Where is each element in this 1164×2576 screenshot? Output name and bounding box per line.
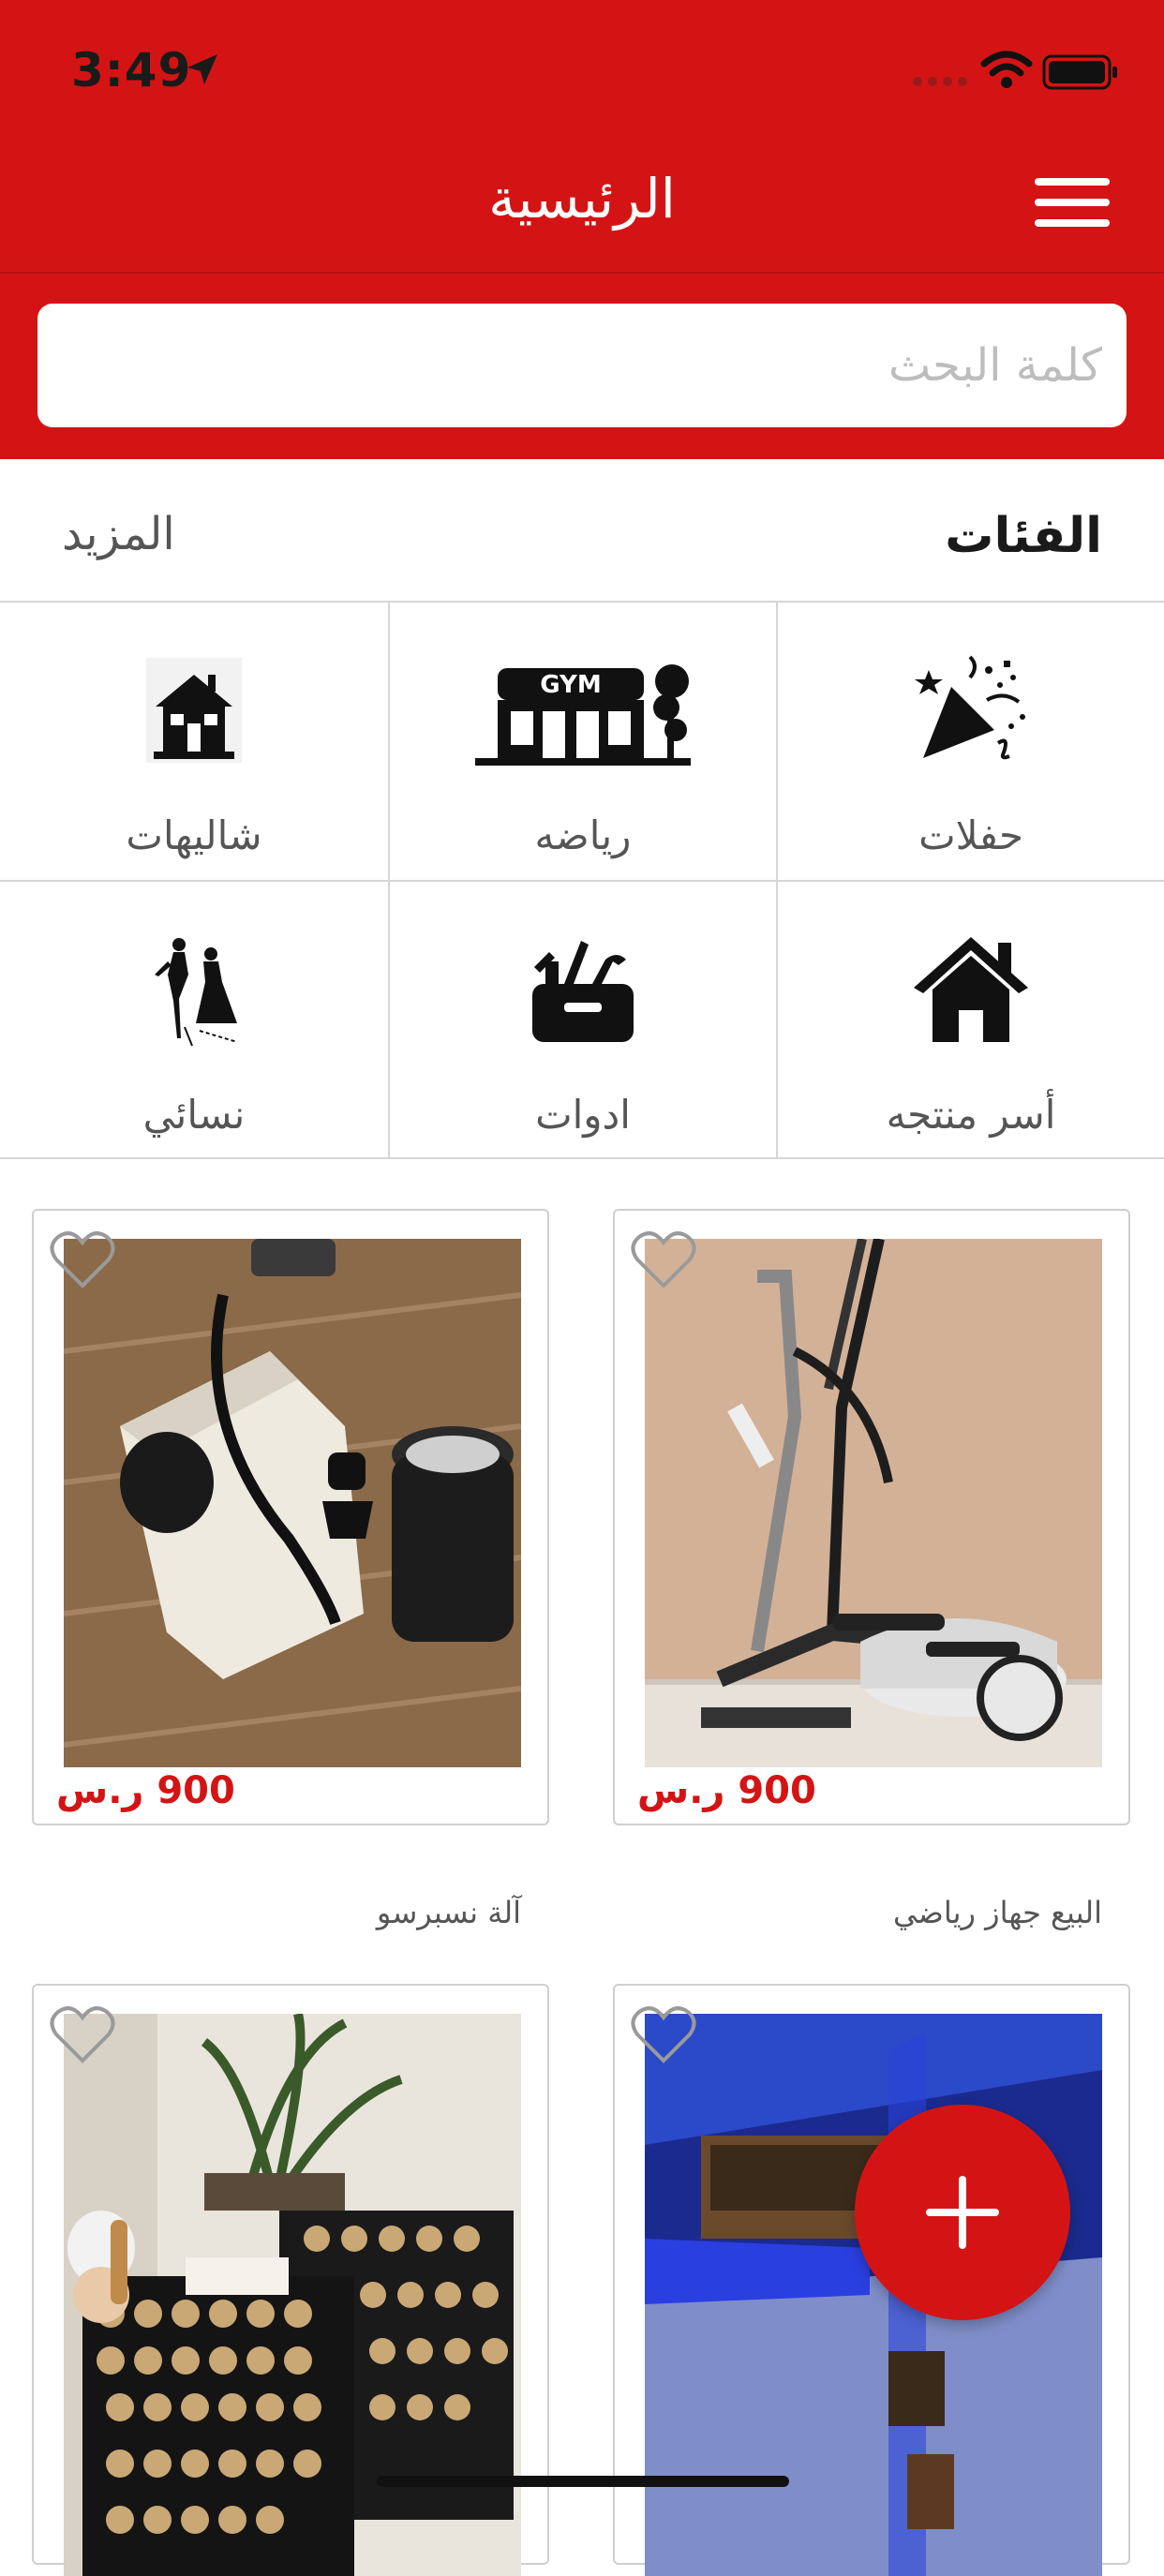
location-arrow-icon	[187, 54, 217, 84]
category-label: رياضه	[534, 812, 632, 858]
product-card[interactable]: 900 ر.س	[32, 1209, 549, 1825]
product-image	[64, 1239, 521, 1767]
category-parties[interactable]: حفلات	[776, 603, 1164, 880]
category-label: نسائي	[142, 1092, 246, 1138]
home-indicator[interactable]	[377, 2476, 789, 2487]
category-women[interactable]: نسائي	[0, 882, 388, 1159]
add-button[interactable]	[855, 2105, 1070, 2320]
product-image	[645, 2014, 1102, 2576]
product-price: 900 ر.س	[637, 1769, 816, 1812]
product-image	[64, 2014, 521, 2576]
product-name[interactable]: آلة نسبرسو	[377, 1895, 521, 1930]
categories-title: الفئات	[945, 508, 1102, 564]
product-name[interactable]: البيع جهاز رياضي	[893, 1895, 1102, 1930]
category-sports[interactable]: GYM رياضه	[388, 603, 776, 880]
header-divider	[0, 272, 1164, 274]
categories-grid: حفلات GYM رياضه شاليهات أسر منتجه ادوات …	[0, 601, 1164, 1159]
product-card[interactable]: 900 ر.س	[613, 1209, 1130, 1825]
category-chalets[interactable]: شاليهات	[0, 603, 388, 880]
heart-icon[interactable]	[630, 2003, 697, 2064]
category-label: شاليهات	[126, 812, 262, 858]
wifi-icon	[980, 51, 1033, 88]
battery-icon	[1042, 54, 1117, 90]
heart-icon[interactable]	[49, 1228, 116, 1289]
category-label: أسر منتجه	[886, 1092, 1056, 1138]
heart-icon[interactable]	[630, 1228, 697, 1289]
search-input[interactable]	[37, 304, 1127, 427]
signal-icon	[913, 77, 967, 86]
product-image	[645, 1239, 1102, 1767]
heart-icon[interactable]	[49, 2003, 116, 2064]
category-label: حفلات	[918, 812, 1023, 858]
status-time: 3:49	[71, 43, 192, 97]
category-tools[interactable]: ادوات	[388, 882, 776, 1159]
svg-text:GYM: GYM	[540, 671, 601, 699]
women-fashion-icon	[155, 938, 238, 1046]
more-link[interactable]: المزيد	[62, 508, 175, 560]
category-productive-families[interactable]: أسر منتجه	[776, 882, 1164, 1159]
gym-icon: GYM	[475, 664, 691, 766]
toolbox-icon	[532, 941, 634, 1042]
category-label: ادوات	[535, 1092, 631, 1138]
product-price: 900 ر.س	[56, 1769, 235, 1812]
party-popper-icon	[915, 655, 1025, 760]
home-icon	[914, 937, 1028, 1042]
menu-button[interactable]	[1031, 171, 1113, 234]
house-icon	[146, 658, 242, 763]
page-title: الرئيسية	[488, 167, 676, 231]
